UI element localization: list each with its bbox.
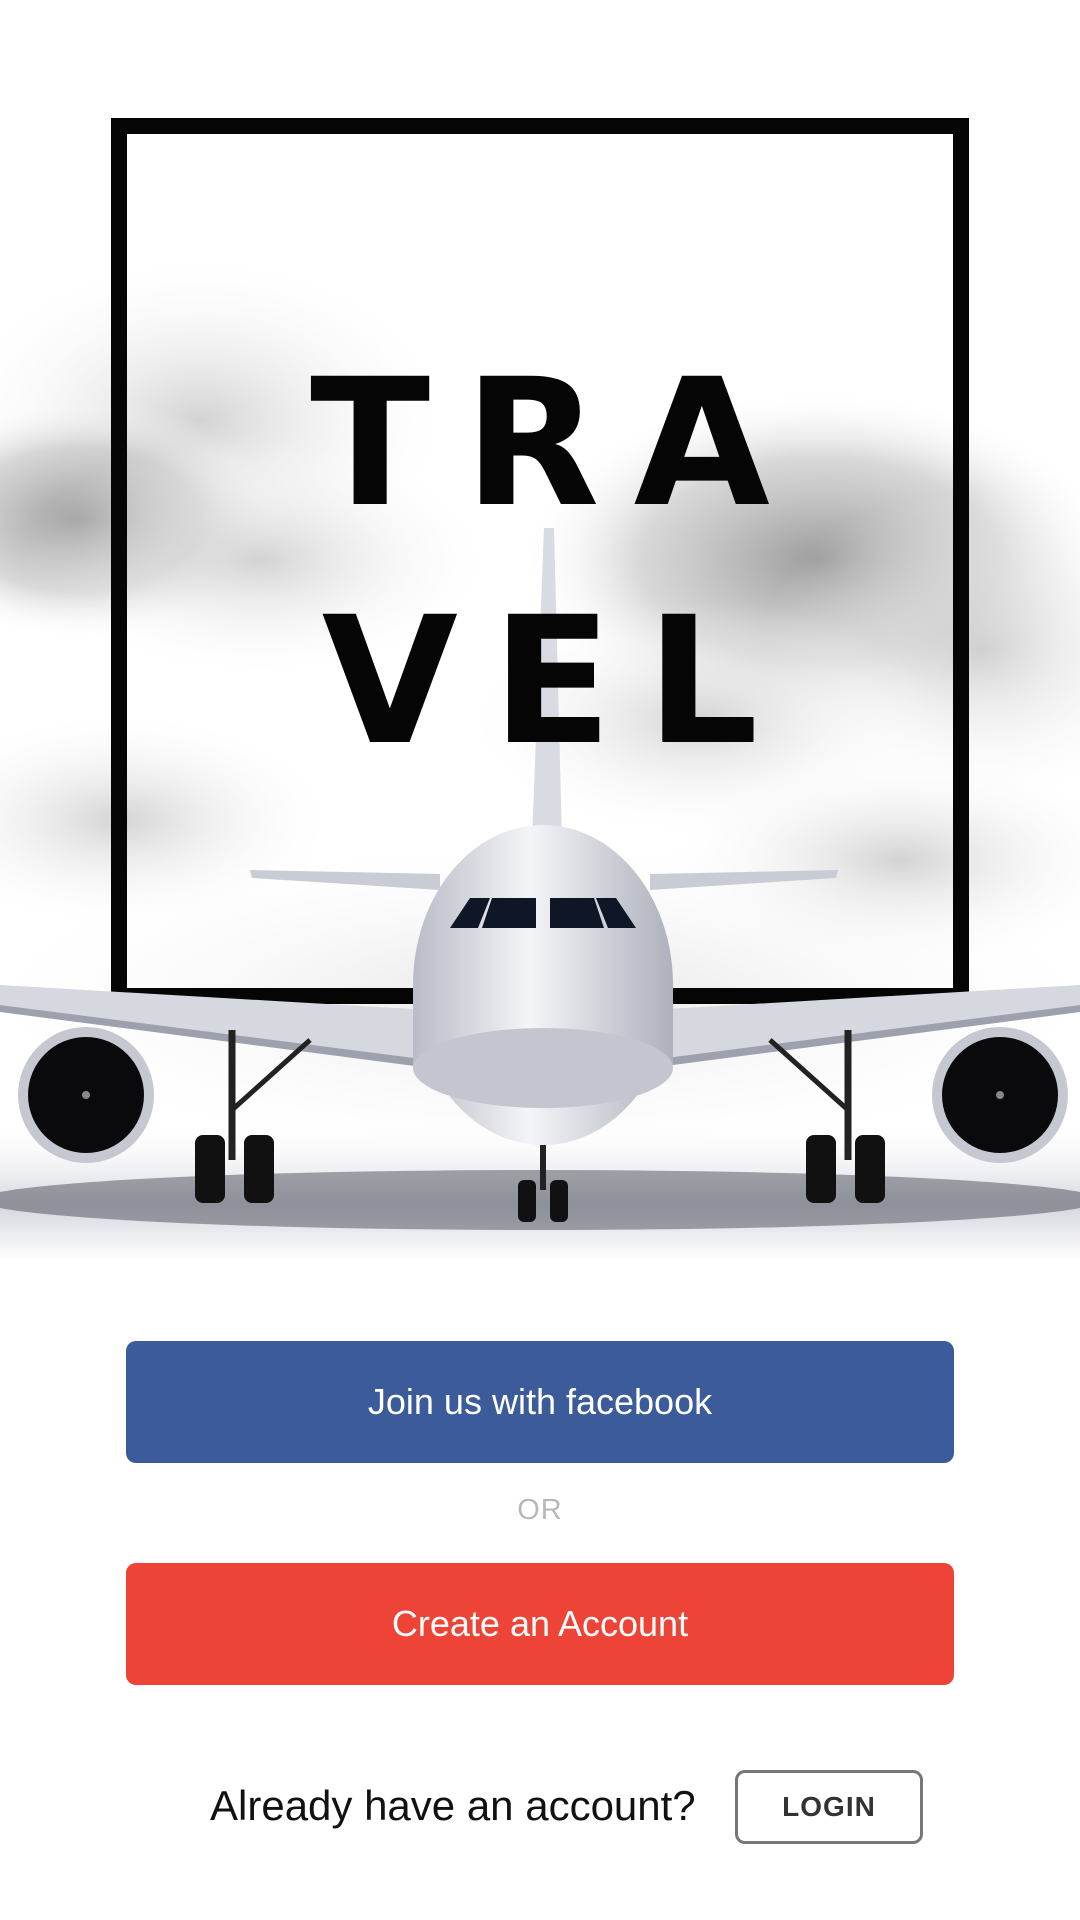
- create-account-label: Create an Account: [391, 1603, 689, 1644]
- or-divider-label: OR: [517, 1494, 563, 1526]
- title-line-1: TRA: [310, 341, 804, 546]
- login-label: LOGIN: [782, 1791, 876, 1822]
- facebook-join-label: Join us with facebook: [367, 1381, 713, 1422]
- hero-section: TRA VEL: [0, 0, 1080, 1290]
- login-button[interactable]: LOGIN: [735, 1770, 923, 1844]
- facebook-join-button[interactable]: Join us with facebook: [126, 1341, 954, 1463]
- already-account-text: Already have an account?: [210, 1782, 696, 1829]
- title-line-2: VEL: [321, 579, 793, 784]
- create-account-button[interactable]: Create an Account: [126, 1563, 954, 1685]
